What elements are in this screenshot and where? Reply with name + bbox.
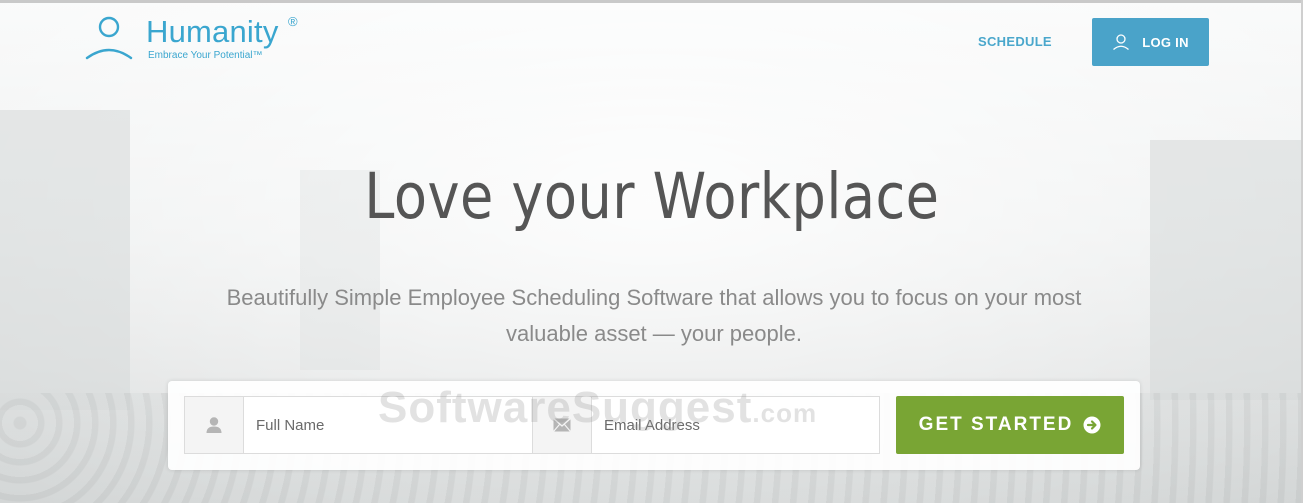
signup-form: GET STARTED: [168, 381, 1140, 470]
email-field: [532, 396, 880, 454]
hero-subheadline: Beautifully Simple Employee Scheduling S…: [226, 285, 1082, 346]
user-icon: [206, 417, 222, 433]
registered-mark: ®: [288, 14, 298, 29]
email-addon: [533, 397, 592, 453]
person-logo-icon: [85, 16, 133, 60]
email-input[interactable]: [592, 397, 880, 453]
arrow-circle-right-icon: [1083, 416, 1101, 434]
full-name-addon: [185, 397, 244, 453]
background-building-left: [0, 110, 130, 410]
top-border: [0, 0, 1303, 3]
hero-headline: Love your Workplace: [364, 160, 940, 233]
brand-logo[interactable]: Humanity ® Embrace Your Potential™: [84, 14, 314, 64]
get-started-label: GET STARTED: [918, 414, 1074, 435]
login-label: LOG IN: [1142, 34, 1189, 50]
envelope-icon: [553, 418, 571, 432]
brand-tagline: Embrace Your Potential™: [148, 50, 263, 61]
user-icon: [1113, 34, 1130, 50]
brand-name: Humanity: [146, 14, 279, 49]
login-button[interactable]: LOG IN: [1092, 18, 1209, 66]
full-name-input[interactable]: [244, 397, 533, 453]
get-started-button[interactable]: GET STARTED: [896, 396, 1124, 454]
full-name-field: [184, 396, 533, 454]
nav-schedule-link[interactable]: SCHEDULE: [978, 34, 1052, 49]
